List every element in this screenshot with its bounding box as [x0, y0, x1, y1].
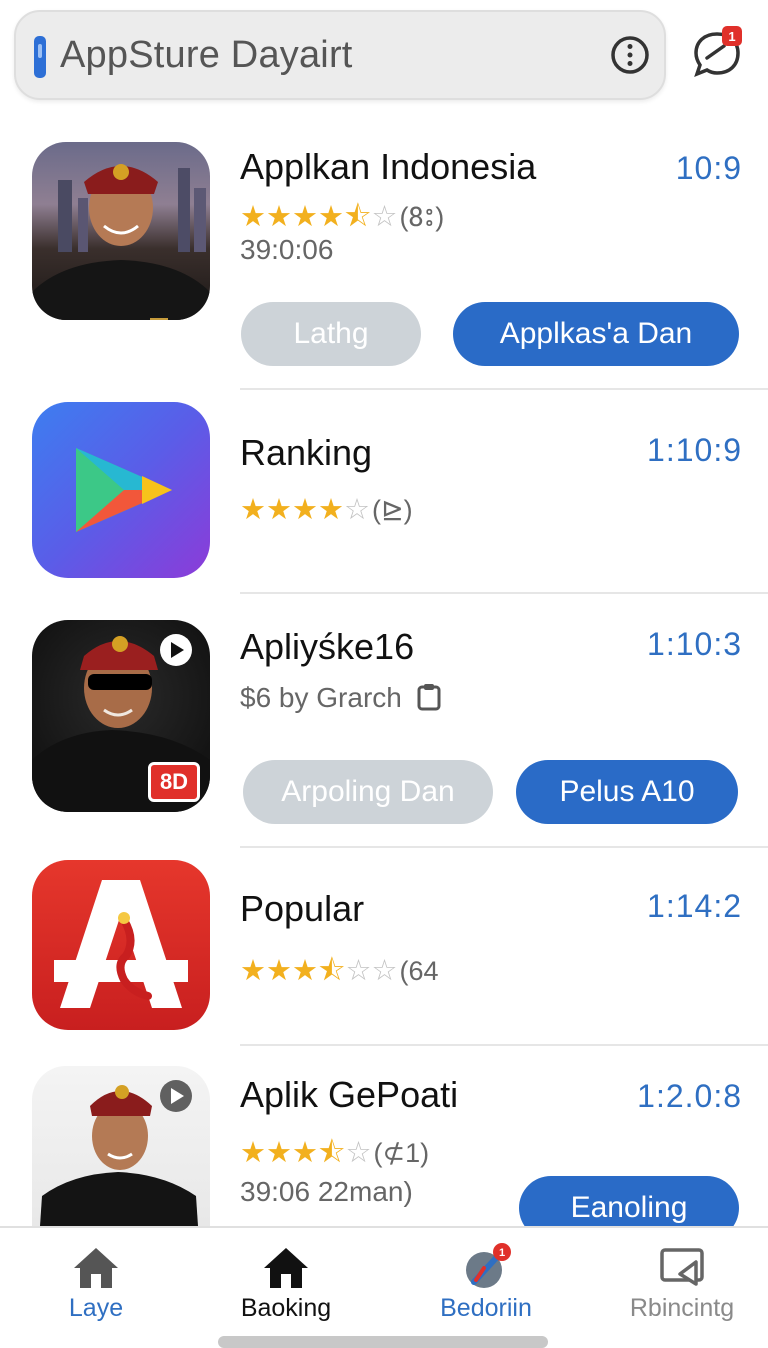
app-icon-person-sunglasses[interactable]: 8D — [32, 620, 210, 812]
app-time: 1:10:3 — [647, 626, 742, 662]
home-icon — [264, 1248, 308, 1288]
nav-tab-baoking[interactable]: Baoking — [190, 1228, 382, 1346]
rating-count: (64 — [399, 956, 439, 986]
more-options-icon[interactable] — [610, 35, 650, 75]
secondary-action-button[interactable]: Arpoling Dan — [243, 760, 493, 824]
app-title[interactable]: Apliyśke16 — [240, 626, 414, 668]
divider — [240, 846, 768, 848]
divider — [240, 592, 768, 594]
app-icon-play[interactable] — [32, 402, 210, 578]
rating-stars: ★★★★⯪☆(8ះ) — [240, 201, 445, 233]
app-title[interactable]: Applkan Indonesia — [240, 146, 536, 188]
rating-stars: ★★★⯪☆☆(64 — [240, 955, 439, 987]
primary-action-button[interactable]: Pelus A10 — [516, 760, 738, 824]
nav-label: Laye — [68, 1294, 124, 1322]
app-icon-person[interactable] — [32, 142, 210, 320]
content-badge: 8D — [148, 762, 200, 802]
nav-tab-rbincintg[interactable]: Rbincintg — [586, 1228, 768, 1346]
clipboard-icon — [417, 684, 441, 711]
nav-tab-bedoriin[interactable]: 1 Bedoriin — [390, 1228, 582, 1346]
primary-action-button[interactable]: Applkas'a Dan — [453, 302, 739, 366]
divider — [240, 388, 768, 390]
app-title[interactable]: Popular — [240, 888, 364, 930]
search-bar[interactable]: AppSture Dayairt — [14, 10, 666, 100]
app-icon-person-white[interactable] — [32, 1066, 210, 1226]
app-time: 10:9 — [675, 150, 742, 186]
rating-stars: ★★★★☆(⊵) — [240, 494, 413, 526]
rating-count: (⊵) — [372, 495, 413, 525]
app-subtitle: 39:06 22man) — [240, 1176, 413, 1207]
app-icon-letter-a[interactable] — [32, 860, 210, 1030]
rocket-icon: 1 — [466, 1243, 511, 1288]
nav-label: Bedoriin — [440, 1294, 532, 1322]
home-indicator[interactable] — [218, 1336, 548, 1348]
chat-bubble-icon: 1 — [694, 26, 742, 78]
app-subtitle: $6 by Grarch — [240, 682, 442, 714]
rating-count: (8ះ) — [399, 202, 445, 232]
top-bar: AppSture Dayairt 1 — [0, 0, 768, 112]
home-icon — [74, 1248, 118, 1288]
play-triangle-icon — [76, 448, 172, 532]
rating-stars: ★★★⯪☆(⊄1) — [240, 1137, 430, 1169]
app-title[interactable]: Aplik GePoati — [240, 1074, 458, 1116]
search-input[interactable]: AppSture Dayairt — [60, 34, 353, 77]
app-time: 1:14:2 — [647, 888, 742, 924]
text-cursor-icon — [34, 36, 46, 78]
nav-tab-laye[interactable]: Laye — [0, 1228, 192, 1346]
letter-a-icon — [54, 880, 188, 1008]
bottom-navigation: Laye Baoking 1 Bedoriin Rbincintg — [0, 1226, 768, 1346]
divider — [240, 1044, 768, 1046]
secondary-action-button[interactable]: Lathg — [241, 302, 421, 366]
nav-label: Rbincintg — [629, 1294, 735, 1322]
notification-badge: 1 — [728, 29, 735, 44]
rating-count: (⊄1) — [373, 1138, 430, 1168]
app-time: 1:10:9 — [647, 432, 742, 468]
app-title[interactable]: Ranking — [240, 432, 372, 474]
nav-label: Baoking — [240, 1294, 332, 1322]
cast-icon — [660, 1248, 704, 1286]
notifications-button[interactable]: 1 — [688, 24, 746, 82]
app-time: 1:2.0:8 — [637, 1078, 742, 1114]
app-subtitle: 39:0:06 — [240, 234, 334, 265]
nav-badge: 1 — [499, 1247, 505, 1259]
